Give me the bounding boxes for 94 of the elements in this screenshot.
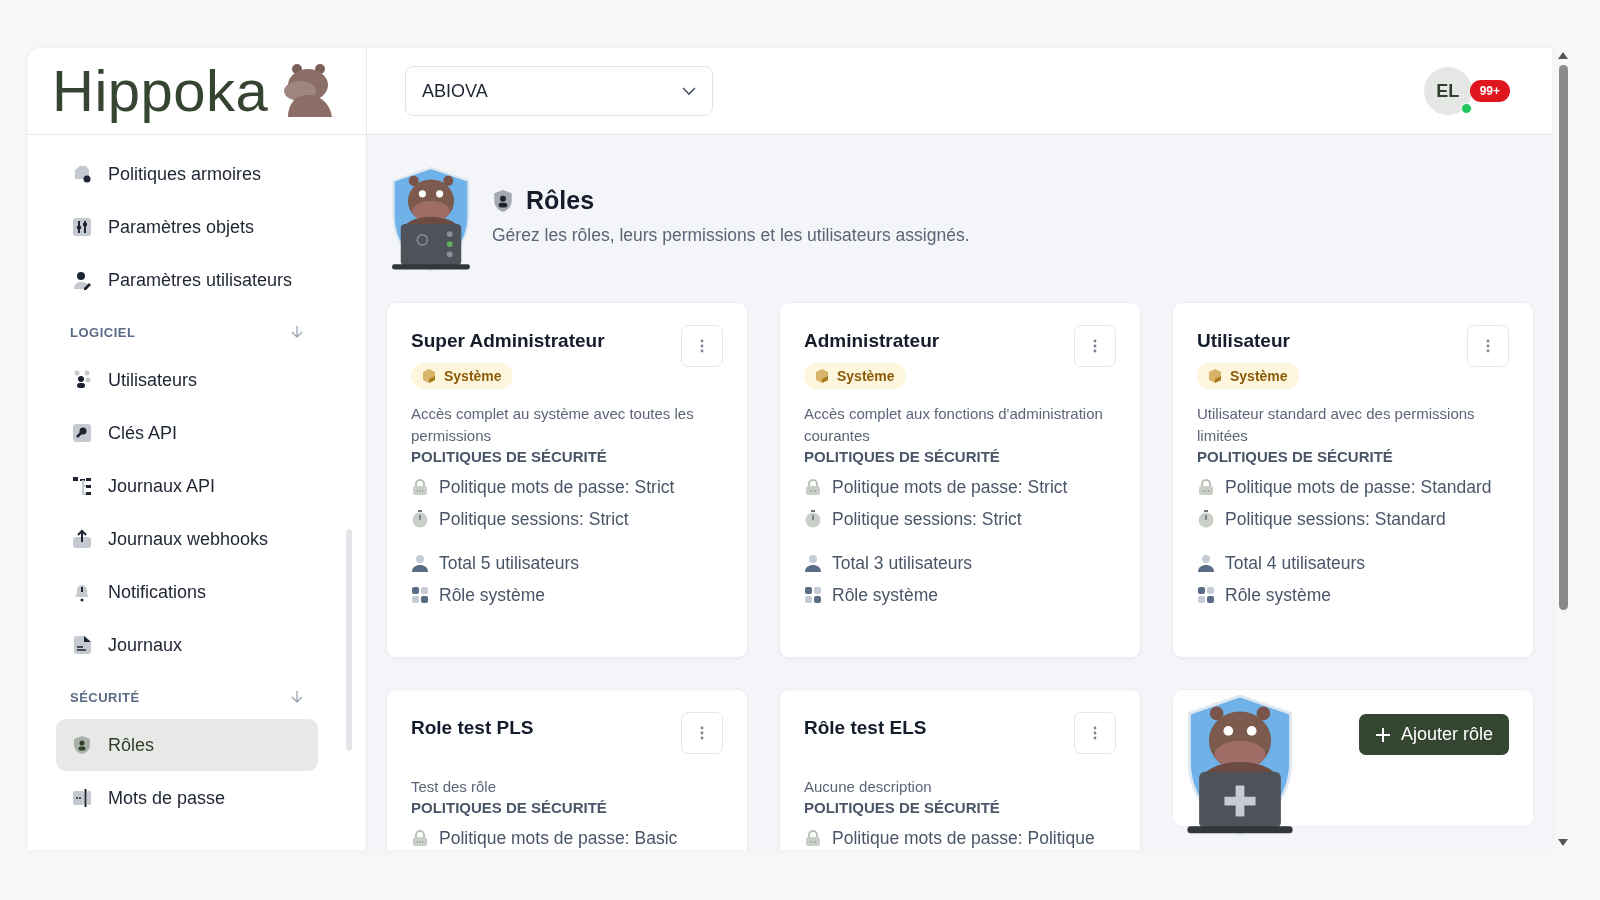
more-button[interactable]: [681, 325, 723, 367]
badge-label: Système: [837, 368, 895, 384]
policy-text: Politique sessions: Strict: [832, 508, 1022, 530]
section-heading: POLITIQUES DE SÉCURITÉ: [804, 798, 1001, 818]
kebab-icon: [1486, 339, 1490, 353]
more-button[interactable]: [1467, 325, 1509, 367]
role-description: Accès complet au système avec toutes les permissions: [411, 404, 695, 446]
shield-user-icon: [72, 735, 92, 755]
user-pen-icon: [72, 270, 92, 290]
policy-text: Politique mots de passe: Basic: [439, 827, 678, 849]
hexagon-icon: [422, 369, 436, 383]
stopwatch-icon: [411, 510, 429, 528]
lock-icon: [411, 478, 429, 496]
role-name: Super Administrateur: [411, 329, 605, 353]
nav-item[interactable]: Mots de passe: [56, 772, 318, 824]
lock-icon: [804, 829, 822, 847]
policy-text: Politique mots de passe: Standard: [1225, 476, 1492, 498]
nav-item[interactable]: Rôles: [56, 719, 318, 771]
section-title: SÉCURITÉ: [70, 689, 140, 705]
section-heading: POLITIQUES DE SÉCURITÉ: [1197, 447, 1394, 467]
grid-icon: [1197, 586, 1215, 604]
role-description: Utilisateur standard avec des permissions limitées: [1197, 404, 1476, 446]
notification-count[interactable]: 99+: [1469, 80, 1510, 102]
user-icon: [411, 554, 429, 572]
password-field-icon: [72, 788, 92, 808]
role-description: Aucune description: [804, 777, 933, 797]
users-icon: [72, 370, 92, 390]
tag-icon: [72, 164, 92, 184]
more-button[interactable]: [1074, 325, 1116, 367]
key-icon: [72, 423, 92, 443]
grid-icon: [411, 586, 429, 604]
document-icon: [72, 635, 92, 655]
policy-text: Politique sessions: Standard: [1225, 508, 1446, 530]
policy-text: Politique mots de passe: Strict: [439, 476, 675, 498]
chevron-down-icon: [682, 86, 696, 96]
add-role-button[interactable]: Ajouter rôle: [1358, 714, 1509, 755]
role-name: Rôle test ELS: [804, 716, 927, 740]
arrow-down-icon[interactable]: [290, 325, 304, 339]
lock-icon: [1197, 478, 1215, 496]
arrow-down-icon[interactable]: [290, 690, 304, 704]
stopwatch-icon: [1197, 510, 1215, 528]
user-icon: [804, 554, 822, 572]
more-button[interactable]: [1074, 712, 1116, 754]
role-name: Utilisateur: [1197, 329, 1291, 353]
nav-item[interactable]: Utilisateurs: [56, 354, 318, 406]
hexagon-icon: [1208, 369, 1222, 383]
nav-item[interactable]: Politiques armoires: [56, 148, 318, 200]
nav-item[interactable]: Paramètres objets: [56, 201, 318, 253]
badge-label: Système: [1230, 368, 1288, 384]
page-description: Gérez les rôles, leurs permissions et les utilisateurs assignés.: [492, 225, 970, 246]
nav-item[interactable]: Notifications: [56, 566, 318, 618]
section-heading: POLITIQUES DE SÉCURITÉ: [411, 798, 608, 818]
lock-icon: [411, 829, 429, 847]
kebab-icon: [700, 726, 704, 740]
user-icon: [1197, 554, 1215, 572]
role-name: Role test PLS: [411, 716, 534, 740]
list-tree-icon: [72, 476, 92, 496]
stopwatch-icon: [804, 510, 822, 528]
badge-label: Système: [444, 368, 502, 384]
stat-text: Total 3 utilisateurs: [832, 552, 973, 574]
role-description: Accès complet aux fonctions d'administration courantes: [804, 404, 1104, 446]
nav-item[interactable]: Paramètres utilisateurs: [56, 254, 318, 306]
role-description: Test des rôle: [411, 777, 498, 797]
nav-item[interactable]: Journaux: [56, 619, 318, 671]
organization-select[interactable]: ABIOVA: [405, 66, 713, 116]
page-title: Rôles: [526, 186, 595, 215]
stat-text: Total 4 utilisateurs: [1225, 552, 1366, 574]
policy-text: Politique sessions: Strict: [439, 508, 629, 530]
stat-text: Rôle système: [1225, 584, 1331, 606]
nav-item[interactable]: Journaux webhooks: [56, 513, 318, 565]
section-heading: POLITIQUES DE SÉCURITÉ: [411, 447, 608, 467]
stat-text: Rôle système: [832, 584, 938, 606]
kebab-icon: [1093, 339, 1097, 353]
section-title: LOGICIEL: [70, 324, 136, 340]
section-heading: POLITIQUES DE SÉCURITÉ: [804, 447, 1001, 467]
role-name: Administrateur: [804, 329, 940, 353]
stat-text: Total 5 utilisateurs: [439, 552, 580, 574]
sliders-icon: [72, 217, 92, 237]
plus-icon: [1374, 726, 1391, 743]
kebab-icon: [700, 339, 704, 353]
policy-text: Politique mots de passe: Politique: [832, 827, 1095, 849]
nav-item[interactable]: Journaux API: [56, 460, 318, 512]
policy-text: Politique mots de passe: Strict: [832, 476, 1068, 498]
bell-icon: [72, 582, 92, 602]
upload-icon: [72, 529, 92, 549]
shield-user-icon: [492, 188, 514, 213]
nav-item[interactable]: Clés API: [56, 407, 318, 459]
kebab-icon: [1093, 726, 1097, 740]
stat-text: Rôle système: [439, 584, 545, 606]
more-button[interactable]: [681, 712, 723, 754]
lock-icon: [804, 478, 822, 496]
grid-icon: [804, 586, 822, 604]
hexagon-icon: [815, 369, 829, 383]
user-avatar[interactable]: EL: [1423, 67, 1472, 115]
